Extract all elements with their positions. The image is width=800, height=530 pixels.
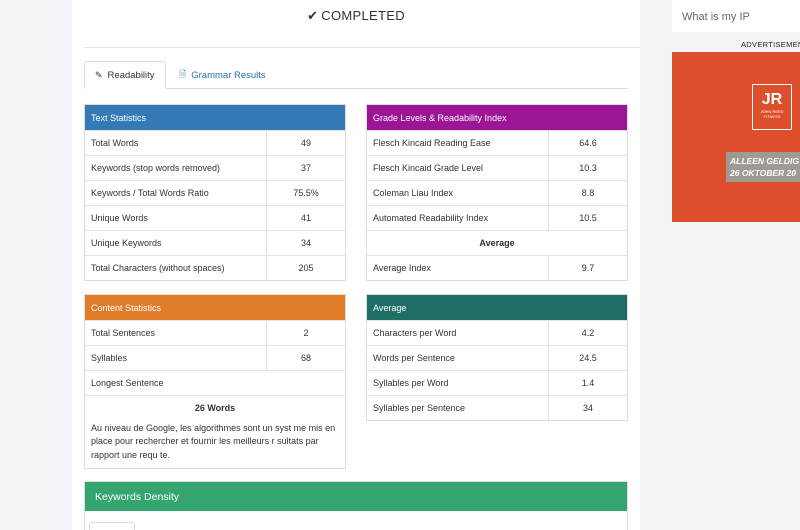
average-heading: Average xyxy=(367,230,627,255)
table-row: Total Words 49 xyxy=(85,130,345,155)
table-row: Automated Readability Index 10.5 xyxy=(367,205,627,230)
search-input[interactable]: What is my IP xyxy=(672,0,800,32)
tab-label: Readability xyxy=(107,69,155,81)
ad-promo: ALLEEN GELDIG 26 OKTOBER 20 xyxy=(726,152,800,182)
card-title: Grade Levels & Readability Index xyxy=(367,105,627,130)
row-label: Average Index xyxy=(367,256,549,280)
row-value: 37 xyxy=(300,163,311,173)
row-label: Unique Words xyxy=(85,206,267,230)
keywords-density-card: Keywords Density xyxy=(84,481,628,530)
advertisement-banner[interactable]: JR JOHN REED FITNESS ALLEEN GELDIG 26 OK… xyxy=(672,52,800,222)
row-value: 49 xyxy=(300,138,311,148)
table-row: Flesch Kincaid Reading Ease 64.6 xyxy=(367,130,627,155)
row-value: 4.2 xyxy=(581,328,595,338)
row-label: Flesch Kincaid Grade Level xyxy=(367,156,549,180)
table-row: Syllables per Word 1.4 xyxy=(367,370,627,395)
row-label: Flesch Kincaid Reading Ease xyxy=(367,131,549,155)
logo-text: JR xyxy=(761,91,783,108)
table-row: Unique Keywords 34 xyxy=(85,230,345,255)
row-label: Syllables xyxy=(85,346,267,370)
status-text: COMPLETED xyxy=(321,8,405,23)
keywords-density-button[interactable] xyxy=(89,522,135,530)
divider xyxy=(84,47,640,48)
row-label: Syllables per Word xyxy=(367,371,549,395)
longest-sentence-box: 26 Words Au niveau de Google, les algori… xyxy=(85,395,345,468)
table-row: Characters per Word 4.2 xyxy=(367,320,627,345)
table-row: Unique Words 41 xyxy=(85,205,345,230)
table-row: Syllables 68 xyxy=(85,345,345,370)
row-value: 10.3 xyxy=(579,163,597,173)
row-value: 34 xyxy=(582,403,593,413)
row-label: Total Words xyxy=(85,131,267,155)
table-row: Coleman Liau Index 8.8 xyxy=(367,180,627,205)
row-value: 34 xyxy=(300,238,311,248)
text-statistics-card: Text Statistics Total Words 49 Keywords (… xyxy=(84,104,346,281)
row-value: 205 xyxy=(298,263,314,273)
row-label: Syllables per Sentence xyxy=(367,396,549,420)
tab-label: Grammar Results xyxy=(191,69,266,81)
longest-sentence-label: Longest Sentence xyxy=(85,370,345,395)
row-label: Characters per Word xyxy=(367,321,549,345)
card-title: Text Statistics xyxy=(85,105,345,130)
status-heading: ✔ COMPLETED xyxy=(72,8,640,24)
row-value: 9.7 xyxy=(581,263,595,273)
pencil-icon: ✎ xyxy=(95,69,103,80)
table-row: Average Index 9.7 xyxy=(367,255,627,280)
longest-sentence-word-count: 26 Words xyxy=(194,403,236,413)
row-label: Total Sentences xyxy=(85,321,267,345)
logo-subtext: JOHN REED FITNESS xyxy=(760,109,784,119)
row-value: 41 xyxy=(300,213,311,223)
document-icon: 🗎 xyxy=(179,69,187,79)
row-value: 68 xyxy=(300,353,311,363)
row-value: 24.5 xyxy=(579,353,597,363)
ad-line-1: ALLEEN GELDIG xyxy=(730,156,799,166)
advertisement-label: ADVERTISEMENT xyxy=(741,40,800,49)
row-label: Words per Sentence xyxy=(367,346,549,370)
row-value: 64.6 xyxy=(579,138,597,148)
brand-logo: JR JOHN REED FITNESS xyxy=(752,84,792,130)
tab-readability[interactable]: ✎ Readability xyxy=(84,61,166,89)
row-label: Keywords / Total Words Ratio xyxy=(85,181,267,205)
row-value: 8.8 xyxy=(581,188,595,198)
card-title: Keywords Density xyxy=(85,482,627,511)
table-row: Keywords / Total Words Ratio 75.5% xyxy=(85,180,345,205)
average-card: Average Characters per Word 4.2 Words per… xyxy=(366,294,628,421)
tab-bar: ✎ Readability 🗎 Grammar Results xyxy=(84,61,628,89)
table-row: Total Characters (without spaces) 205 xyxy=(85,255,345,280)
card-title: Average xyxy=(367,295,627,320)
row-label: Unique Keywords xyxy=(85,231,267,255)
grade-levels-card: Grade Levels & Readability Index Flesch … xyxy=(366,104,628,281)
row-value: 1.4 xyxy=(581,378,595,388)
row-label: Total Characters (without spaces) xyxy=(85,256,267,280)
check-icon: ✔ xyxy=(307,8,319,23)
ad-line-2: 26 OKTOBER 20 xyxy=(730,168,796,178)
row-value: 2 xyxy=(303,328,309,338)
row-label: Coleman Liau Index xyxy=(367,181,549,205)
card-title: Content Statistics xyxy=(85,295,345,320)
table-row: Flesch Kincaid Grade Level 10.3 xyxy=(367,155,627,180)
table-row: Total Sentences 2 xyxy=(85,320,345,345)
table-row: Words per Sentence 24.5 xyxy=(367,345,627,370)
table-row: Syllables per Sentence 34 xyxy=(367,395,627,420)
main-panel: ✔ COMPLETED ✎ Readability 🗎 Grammar Resul… xyxy=(72,0,640,530)
row-value: 75.5% xyxy=(293,188,319,198)
row-label: Automated Readability Index xyxy=(367,206,549,230)
row-value: 10.5 xyxy=(579,213,597,223)
table-row: Keywords (stop words removed) 37 xyxy=(85,155,345,180)
row-label: Keywords (stop words removed) xyxy=(85,156,267,180)
content-statistics-card: Content Statistics Total Sentences 2 Syll… xyxy=(84,294,346,469)
tab-grammar-results[interactable]: 🗎 Grammar Results xyxy=(169,61,276,89)
longest-sentence-text: Au niveau de Google, les algorithmes son… xyxy=(91,422,336,460)
